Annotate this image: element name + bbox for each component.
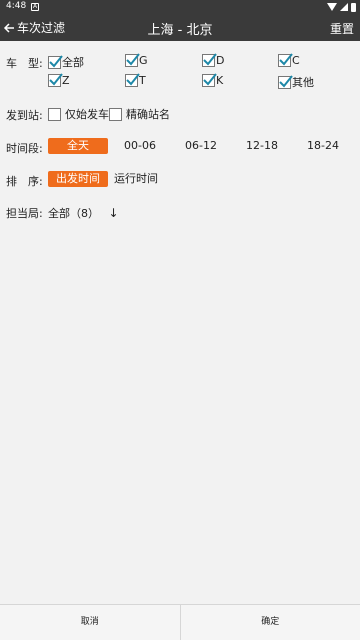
checkbox-box <box>125 53 140 67</box>
operator-label: 担当局: <box>6 207 43 220</box>
cancel-button[interactable]: 取消 <box>0 605 180 640</box>
checkbox-box <box>202 73 217 87</box>
sort-label: 排 序: <box>6 175 43 188</box>
checkbox-d[interactable]: D <box>202 53 225 67</box>
check-icon <box>126 53 140 66</box>
bottom-bar: 取消 确定 <box>0 604 360 640</box>
checkbox-label: 仅始发车 <box>65 108 109 121</box>
checkbox-exact-station[interactable]: 精确站名 <box>109 106 170 122</box>
check-icon <box>203 73 217 86</box>
checkbox-all[interactable]: 全部 <box>48 54 84 70</box>
checkbox-box <box>48 73 63 87</box>
reset-button[interactable]: 重置 <box>330 20 354 37</box>
checkbox-label: 精确站名 <box>126 108 170 121</box>
checkbox-label: C <box>292 54 300 67</box>
checkbox-label: 其他 <box>292 76 314 89</box>
status-time: 4:48 <box>6 1 27 11</box>
checkbox-z[interactable]: Z <box>48 73 70 87</box>
checkbox-label: G <box>139 54 148 67</box>
checkbox-origin-only[interactable]: 仅始发车 <box>48 106 109 122</box>
operator-value: 全部（8） <box>48 207 99 220</box>
checkbox-label: D <box>216 54 225 67</box>
status-icons <box>327 2 356 12</box>
time-option-12-18[interactable]: 12-18 <box>232 138 292 154</box>
checkbox-label: Z <box>62 74 70 87</box>
time-option-all-day[interactable]: 全天 <box>48 138 108 154</box>
checkbox-label: T <box>139 74 146 87</box>
operator-dropdown[interactable]: 全部（8） ↓ <box>48 205 119 221</box>
checkbox-box <box>48 107 61 121</box>
app-bar: 车次过滤 上海 - 北京 重置 <box>0 14 360 41</box>
check-icon <box>126 73 140 86</box>
page-title: 上海 - 北京 <box>147 23 213 38</box>
check-icon <box>279 74 293 87</box>
confirm-button[interactable]: 确定 <box>181 605 360 640</box>
battery-icon <box>351 2 356 12</box>
checkbox-label: K <box>216 74 224 87</box>
wifi-icon <box>327 3 337 11</box>
checkbox-k[interactable]: K <box>202 73 224 87</box>
filter-panel: 车 型: 全部 G D C Z T K 其他 发到站: 仅始发车 精确站名 时间… <box>0 41 360 604</box>
notification-icon: A <box>31 3 39 11</box>
check-icon <box>203 53 217 66</box>
time-option-06-12[interactable]: 06-12 <box>171 138 231 154</box>
time-period-label: 时间段: <box>6 142 43 155</box>
checkbox-box <box>109 107 122 121</box>
checkbox-label: 全部 <box>62 56 84 69</box>
time-option-00-06[interactable]: 00-06 <box>110 138 170 154</box>
check-icon <box>49 73 63 86</box>
checkbox-c[interactable]: C <box>278 53 300 67</box>
check-icon <box>279 53 293 66</box>
checkbox-box <box>125 73 140 87</box>
departure-station-label: 发到站: <box>6 109 43 122</box>
sort-option-run-time[interactable]: 运行时间 <box>110 171 162 187</box>
status-bar: 4:48 A <box>0 0 360 14</box>
train-type-label: 车 型: <box>6 57 43 70</box>
checkbox-t[interactable]: T <box>125 73 146 87</box>
checkbox-box <box>278 53 293 67</box>
checkbox-box <box>202 53 217 67</box>
checkbox-g[interactable]: G <box>125 53 148 67</box>
checkbox-box <box>278 74 293 89</box>
checkbox-box <box>48 54 63 69</box>
sort-option-departure-time[interactable]: 出发时间 <box>48 171 108 187</box>
time-option-18-24[interactable]: 18-24 <box>293 138 353 154</box>
arrow-down-icon: ↓ <box>108 206 119 220</box>
checkbox-other[interactable]: 其他 <box>278 74 314 90</box>
check-icon <box>49 54 63 67</box>
signal-icon <box>340 3 348 11</box>
